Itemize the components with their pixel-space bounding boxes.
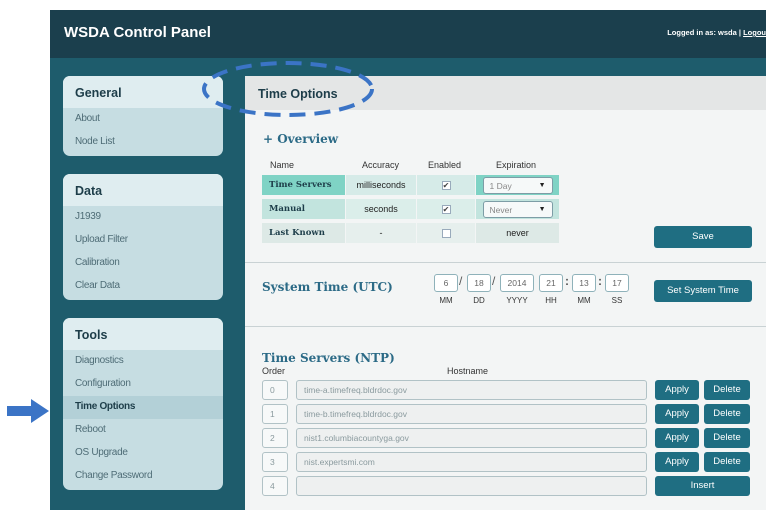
- ntp-order-field[interactable]: 3: [262, 452, 288, 472]
- ntp-title: Time Servers (NTP): [262, 351, 395, 365]
- row-accuracy: milliseconds: [346, 175, 416, 195]
- delete-button[interactable]: Delete: [704, 428, 750, 448]
- apply-button[interactable]: Apply: [655, 404, 699, 424]
- second-field[interactable]: 17: [605, 274, 629, 292]
- time-separator: :: [565, 274, 569, 288]
- insert-button[interactable]: Insert: [655, 476, 750, 496]
- minute-field[interactable]: 13: [572, 274, 596, 292]
- apply-button[interactable]: Apply: [655, 428, 699, 448]
- dashed-ellipse-highlight: [202, 61, 374, 117]
- hour-field[interactable]: 21: [539, 274, 563, 292]
- set-system-time-button[interactable]: Set System Time: [654, 280, 752, 302]
- app-title: WSDA Control Panel: [64, 24, 211, 41]
- row-accuracy: -: [346, 223, 416, 243]
- time-separator: :: [598, 274, 602, 288]
- enabled-cell: [417, 223, 475, 243]
- ntp-hostname-field[interactable]: nist.expertsmi.com: [296, 452, 647, 472]
- table-row: Manual seconds ✔ Never ▼: [262, 199, 559, 219]
- system-time-title: System Time (UTC): [262, 280, 393, 294]
- apply-button[interactable]: Apply: [655, 452, 699, 472]
- sidebar-item-upload-filter[interactable]: Upload Filter: [63, 229, 223, 252]
- row-name: Time Servers: [262, 175, 345, 195]
- month-label: MM: [439, 296, 453, 305]
- sidebar-item-time-options[interactable]: Time Options: [63, 396, 223, 419]
- sidebar-item-j1939[interactable]: J1939: [63, 206, 223, 229]
- sidebar-item-os-upgrade[interactable]: OS Upgrade: [63, 442, 223, 465]
- month-field[interactable]: 6: [434, 274, 458, 292]
- expiration-select[interactable]: Never ▼: [482, 200, 553, 218]
- caret-down-icon: ▼: [538, 181, 546, 189]
- sidebar-panel-tools: Tools Diagnostics Configuration Time Opt…: [63, 318, 223, 490]
- enabled-checkbox[interactable]: ✔: [441, 180, 451, 190]
- expiration-select[interactable]: 1 Day ▼: [482, 176, 553, 194]
- ntp-order-field[interactable]: 4: [262, 476, 288, 496]
- sidebar-heading-data: Data: [63, 174, 223, 206]
- sidebar-panel-general: General About Node List: [63, 76, 223, 156]
- year-field[interactable]: 2014: [500, 274, 534, 292]
- date-separator: /: [459, 274, 463, 288]
- ntp-order-field[interactable]: 1: [262, 404, 288, 424]
- ntp-hostname-field[interactable]: time-a.timefreq.bldrdoc.gov: [296, 380, 647, 400]
- expiration-value: 1 Day: [489, 180, 512, 191]
- logged-in-text: Logged in as: wsda |: [667, 28, 744, 37]
- col-header-enabled: Enabled: [428, 160, 462, 170]
- ntp-hostname-field[interactable]: time-b.timefreq.bldrdoc.gov: [296, 404, 647, 424]
- ntp-order-header: Order: [262, 366, 286, 376]
- arrow-right-icon: [7, 399, 49, 423]
- row-accuracy: seconds: [346, 199, 416, 219]
- delete-button[interactable]: Delete: [704, 380, 750, 400]
- sidebar-item-configuration[interactable]: Configuration: [63, 373, 223, 396]
- expiration-cell: 1 Day ▼: [476, 175, 559, 195]
- sidebar-item-calibration[interactable]: Calibration: [63, 252, 223, 275]
- sidebar-item-change-password[interactable]: Change Password: [63, 465, 223, 488]
- sidebar-item-reboot[interactable]: Reboot: [63, 419, 223, 442]
- divider: [245, 262, 766, 263]
- save-button[interactable]: Save: [654, 226, 752, 248]
- row-name: Manual: [262, 199, 345, 219]
- sidebar-item-diagnostics[interactable]: Diagnostics: [63, 350, 223, 373]
- control-panel-window: WSDA Control Panel Logged in as: wsda | …: [50, 10, 766, 510]
- day-field[interactable]: 18: [467, 274, 491, 292]
- table-row: Time Servers milliseconds ✔ 1 Day ▼: [262, 175, 559, 195]
- day-label: DD: [473, 296, 485, 305]
- ntp-hostname-field[interactable]: nist1.columbiacountyga.gov: [296, 428, 647, 448]
- top-bar: WSDA Control Panel Logged in as: wsda | …: [50, 10, 766, 58]
- overview-toggle[interactable]: + Overview: [263, 132, 338, 146]
- col-header-expiration: Expiration: [496, 160, 537, 170]
- enabled-checkbox[interactable]: ✔: [441, 204, 451, 214]
- minute-label: MM: [577, 296, 591, 305]
- enabled-checkbox[interactable]: [441, 228, 451, 238]
- date-separator: /: [492, 274, 496, 288]
- main-content: Time Options + Overview Name Accuracy En…: [245, 76, 766, 510]
- enabled-cell: ✔: [417, 175, 475, 195]
- sidebar-item-node-list[interactable]: Node List: [63, 131, 223, 154]
- year-label: YYYY: [506, 296, 528, 305]
- row-expiration: never: [476, 223, 559, 243]
- col-header-name: Name: [270, 160, 295, 170]
- sidebar-heading-general: General: [63, 76, 223, 108]
- apply-button[interactable]: Apply: [655, 380, 699, 400]
- caret-down-icon: ▼: [538, 205, 546, 213]
- ntp-order-field[interactable]: 2: [262, 428, 288, 448]
- enabled-cell: ✔: [417, 199, 475, 219]
- logout-link[interactable]: Logou: [743, 28, 766, 37]
- hour-label: HH: [545, 296, 557, 305]
- sidebar-panel-data: Data J1939 Upload Filter Calibration Cle…: [63, 174, 223, 300]
- second-label: SS: [611, 296, 623, 305]
- sidebar-item-about[interactable]: About: [63, 108, 223, 131]
- expiration-value: Never: [489, 204, 513, 215]
- sidebar-heading-tools: Tools: [63, 318, 223, 350]
- delete-button[interactable]: Delete: [704, 404, 750, 424]
- ntp-hostname-header: Hostname: [447, 366, 489, 376]
- ntp-new-hostname-field[interactable]: [296, 476, 647, 496]
- col-header-accuracy: Accuracy: [362, 160, 400, 170]
- login-status: Logged in as: wsda | Logou: [667, 28, 766, 37]
- row-name: Last Known: [262, 223, 345, 243]
- table-row: Last Known - never: [262, 223, 559, 243]
- ntp-order-field[interactable]: 0: [262, 380, 288, 400]
- expiration-cell: Never ▼: [476, 199, 559, 219]
- divider: [245, 326, 766, 327]
- delete-button[interactable]: Delete: [704, 452, 750, 472]
- sidebar-item-clear-data[interactable]: Clear Data: [63, 275, 223, 298]
